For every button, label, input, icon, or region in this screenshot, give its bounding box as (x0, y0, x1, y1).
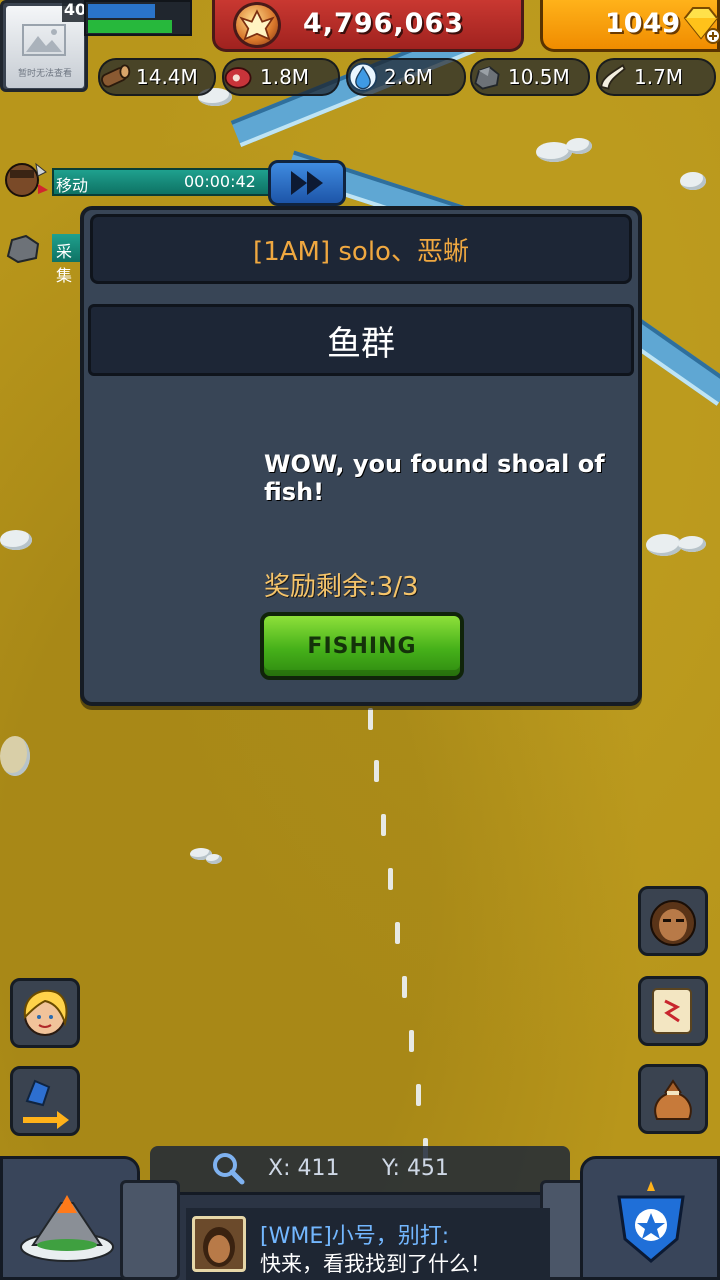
water-drop-icon (344, 58, 382, 96)
gold-panel[interactable]: 4,796,063 (212, 0, 524, 52)
experience-bar (88, 4, 155, 18)
warrior-icon (5, 162, 48, 197)
gold-amount: 4,796,063 (303, 8, 465, 39)
stone-totem (120, 1180, 180, 1280)
volcano-island-icon (20, 1195, 114, 1262)
gem-amount: 1049 (605, 8, 681, 39)
alliance-button[interactable] (580, 1156, 720, 1280)
resource-meat[interactable]: 1.8M (222, 58, 340, 96)
sack-icon (654, 1079, 692, 1120)
image-placeholder-icon (22, 24, 66, 56)
resource-value: 2.6M (384, 65, 434, 89)
dialog-title-bar: 鱼群 (88, 304, 634, 376)
quest-scroll-button[interactable] (638, 976, 708, 1046)
stone-icon (6, 234, 40, 264)
gem-panel[interactable]: 1049 (540, 0, 720, 52)
coord-y-label: Y: (382, 1156, 400, 1181)
alliance-shield-icon (617, 1181, 685, 1263)
map-rock (566, 138, 592, 154)
fish-shoal-dialog: [1AM] solo、恶蜥 鱼群 WOW, you found shoal of… (80, 206, 642, 706)
search-icon[interactable] (210, 1150, 246, 1186)
march-queue-item[interactable]: 采集 (0, 230, 92, 285)
advisor-button[interactable] (10, 978, 80, 1048)
caveman-avatar-icon (203, 1227, 235, 1267)
avatar-placeholder-text: 暂时无法查看 (17, 69, 72, 79)
bag-button[interactable] (638, 1064, 708, 1134)
relocate-button[interactable] (10, 1066, 80, 1136)
bone-icon (594, 58, 632, 96)
world-view-button[interactable] (0, 1156, 140, 1280)
coord-x-label: X: (268, 1156, 291, 1181)
chat-message: 快来，看我找到了什么！ (260, 1252, 491, 1276)
resource-value: 1.8M (260, 65, 310, 89)
stamina-bar (88, 20, 172, 33)
coord-x: X: 411 (268, 1156, 339, 1181)
march-status: 采集 (56, 242, 73, 285)
diamond-plus-icon[interactable] (681, 4, 720, 44)
fishing-button[interactable]: FISHING (260, 612, 464, 680)
road-dash (374, 760, 379, 782)
dialog-message: WOW, you found shoal of fish! (264, 450, 605, 506)
tile-owner-header: [1AM] solo、恶蜥 (90, 214, 632, 284)
road-dash (409, 1030, 414, 1052)
phoenix-emblem-icon (233, 2, 281, 48)
speed-up-button[interactable] (268, 160, 346, 206)
coord-y: Y: 451 (382, 1156, 449, 1181)
resource-stone[interactable]: 10.5M (470, 58, 590, 96)
caveman-hero-icon (650, 900, 696, 946)
tile-owner-name: [1AM] solo、恶蜥 (253, 236, 469, 267)
map-rock (0, 736, 30, 776)
scroll-icon (652, 988, 692, 1034)
coord-x-value: 411 (297, 1156, 340, 1181)
relocate-arrow-icon (23, 1079, 69, 1129)
map-rock (680, 172, 706, 190)
log-icon (96, 58, 134, 96)
chat-sender: [WME]小号，别打: (260, 1224, 450, 1249)
road-dash (402, 976, 407, 998)
resource-wood[interactable]: 14.4M (98, 58, 216, 96)
resource-bone[interactable]: 1.7M (596, 58, 716, 96)
player-bars (84, 0, 192, 36)
blonde-advisor-icon (23, 989, 68, 1036)
march-queue-item[interactable]: 移动 00:00:42 (0, 162, 272, 200)
road-dash (368, 708, 373, 730)
map-rock (206, 854, 222, 864)
road-dash (388, 868, 393, 890)
road-dash (395, 922, 400, 944)
hero-button[interactable] (638, 886, 708, 956)
fast-forward-icon (291, 171, 323, 195)
resource-value: 10.5M (508, 65, 570, 89)
stone-icon (468, 58, 506, 96)
dialog-title: 鱼群 (327, 323, 395, 364)
resource-water[interactable]: 2.6M (346, 58, 466, 96)
reward-remaining: 奖励剩余:3/3 (264, 572, 419, 602)
resource-value: 1.7M (634, 65, 684, 89)
map-rock (0, 530, 32, 550)
chat-avatar (192, 1216, 246, 1272)
march-timer: 00:00:42 (184, 172, 256, 191)
map-rock (646, 534, 682, 556)
road-dash (416, 1084, 421, 1106)
map-rock (678, 536, 706, 552)
fishing-button-label: FISHING (307, 633, 417, 659)
resource-value: 14.4M (136, 65, 198, 89)
coord-y-value: 451 (406, 1156, 449, 1181)
march-status: 移动 (56, 176, 89, 195)
meat-icon (220, 58, 258, 96)
road-dash (381, 814, 386, 836)
